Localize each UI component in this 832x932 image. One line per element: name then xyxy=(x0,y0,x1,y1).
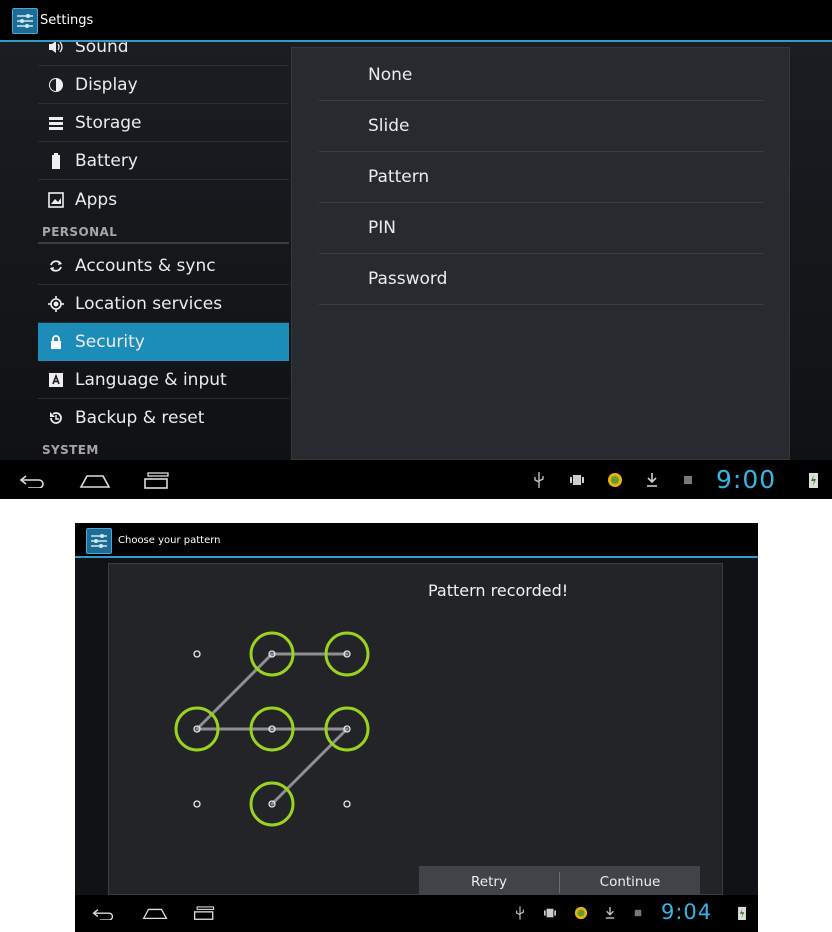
sidebar-item-label: Backup & reset xyxy=(75,408,205,428)
lock-option-none[interactable]: None xyxy=(319,50,764,101)
home-icon[interactable] xyxy=(142,907,168,920)
page-title: Settings xyxy=(40,13,94,28)
recent-apps-icon[interactable] xyxy=(143,472,171,490)
sync-icon xyxy=(50,260,62,272)
sidebar-item-location-services[interactable]: Location services xyxy=(38,285,289,323)
battery-icon xyxy=(52,153,60,169)
app-notification-icon xyxy=(574,906,588,920)
backup-icon xyxy=(50,412,62,424)
settings-content: Sound Display Storage Battery Apps PERSO… xyxy=(0,42,832,460)
screen-lock-options-panel: None Slide Pattern PIN Password xyxy=(291,47,790,460)
pattern-dot-7[interactable] xyxy=(193,800,201,808)
download-icon xyxy=(647,473,657,487)
choose-pattern-screen: Choose your pattern Pattern recorded! Re… xyxy=(75,523,758,932)
settings-app-icon[interactable] xyxy=(12,8,38,34)
location-icon xyxy=(48,296,64,312)
lock-option-pin[interactable]: PIN xyxy=(319,203,764,254)
brightness-icon xyxy=(49,78,63,92)
battery-charging-icon xyxy=(738,906,746,920)
sidebar-item-security[interactable]: Security xyxy=(38,323,289,361)
status-clock: 9:04 xyxy=(661,900,713,924)
android-debug-icon xyxy=(544,908,556,918)
action-bar: Settings xyxy=(0,0,832,42)
sidebar-item-label: Security xyxy=(75,332,145,352)
sidebar-item-label: Storage xyxy=(75,113,142,133)
sd-card-icon xyxy=(634,909,642,917)
sidebar-item-display[interactable]: Display xyxy=(38,66,289,104)
sidebar-item-battery[interactable]: Battery xyxy=(38,142,289,180)
sidebar-item-sound[interactable]: Sound xyxy=(38,42,289,66)
pattern-dot-1[interactable] xyxy=(193,650,201,658)
back-icon[interactable] xyxy=(18,474,46,488)
home-icon[interactable] xyxy=(79,473,111,489)
usb-icon xyxy=(534,472,544,488)
sidebar-item-language-input[interactable]: Language & input xyxy=(38,361,289,399)
sidebar-item-label: Location services xyxy=(75,294,223,314)
action-bar: Choose your pattern xyxy=(75,523,758,558)
lock-option-pattern[interactable]: Pattern xyxy=(319,152,764,203)
lock-option-slide[interactable]: Slide xyxy=(319,101,764,152)
section-header-personal: PERSONAL xyxy=(38,222,289,244)
usb-icon xyxy=(516,906,524,920)
pattern-dot-9[interactable] xyxy=(343,800,351,808)
pattern-grid[interactable] xyxy=(109,564,409,864)
pattern-status-header: Pattern recorded! xyxy=(428,581,569,600)
storage-icon xyxy=(49,117,63,130)
sidebar-item-label: Accounts & sync xyxy=(75,256,216,276)
speaker-icon xyxy=(49,42,63,53)
pattern-dialog: Pattern recorded! Retry Continue xyxy=(108,563,723,899)
battery-charging-icon xyxy=(809,473,818,488)
status-clock: 9:00 xyxy=(716,465,777,494)
app-notification-icon xyxy=(608,473,622,487)
recent-apps-icon[interactable] xyxy=(193,906,216,921)
sidebar-item-apps[interactable]: Apps xyxy=(38,181,289,219)
sidebar-item-backup-reset[interactable]: Backup & reset xyxy=(38,399,289,437)
settings-screen: Settings Sound Display Storage Battery A xyxy=(0,0,832,499)
keyboard-icon xyxy=(49,373,63,387)
pattern-segment xyxy=(270,727,349,806)
lock-option-password[interactable]: Password xyxy=(319,254,764,305)
settings-sidebar: Sound Display Storage Battery Apps PERSO… xyxy=(38,42,289,460)
sidebar-item-label: Sound xyxy=(75,42,129,57)
apps-icon xyxy=(48,192,64,208)
lock-icon xyxy=(51,335,61,349)
android-debug-icon xyxy=(570,475,584,485)
sidebar-item-label: Battery xyxy=(75,151,138,171)
sidebar-item-label: Language & input xyxy=(75,370,227,390)
pattern-segment xyxy=(195,652,274,731)
system-navigation-bar: 9:00 xyxy=(0,460,832,499)
section-header-system: SYSTEM xyxy=(38,440,289,460)
page-title: Choose your pattern xyxy=(118,535,221,546)
back-icon[interactable] xyxy=(91,908,115,920)
system-navigation-bar: 9:04 xyxy=(75,895,758,932)
sidebar-item-label: Apps xyxy=(75,190,118,210)
sd-card-icon xyxy=(684,476,692,484)
sidebar-item-accounts-sync[interactable]: Accounts & sync xyxy=(38,247,289,285)
sidebar-item-label: Display xyxy=(75,75,138,95)
settings-app-icon[interactable] xyxy=(86,528,112,554)
sidebar-item-storage[interactable]: Storage xyxy=(38,104,289,142)
download-icon xyxy=(605,907,615,919)
